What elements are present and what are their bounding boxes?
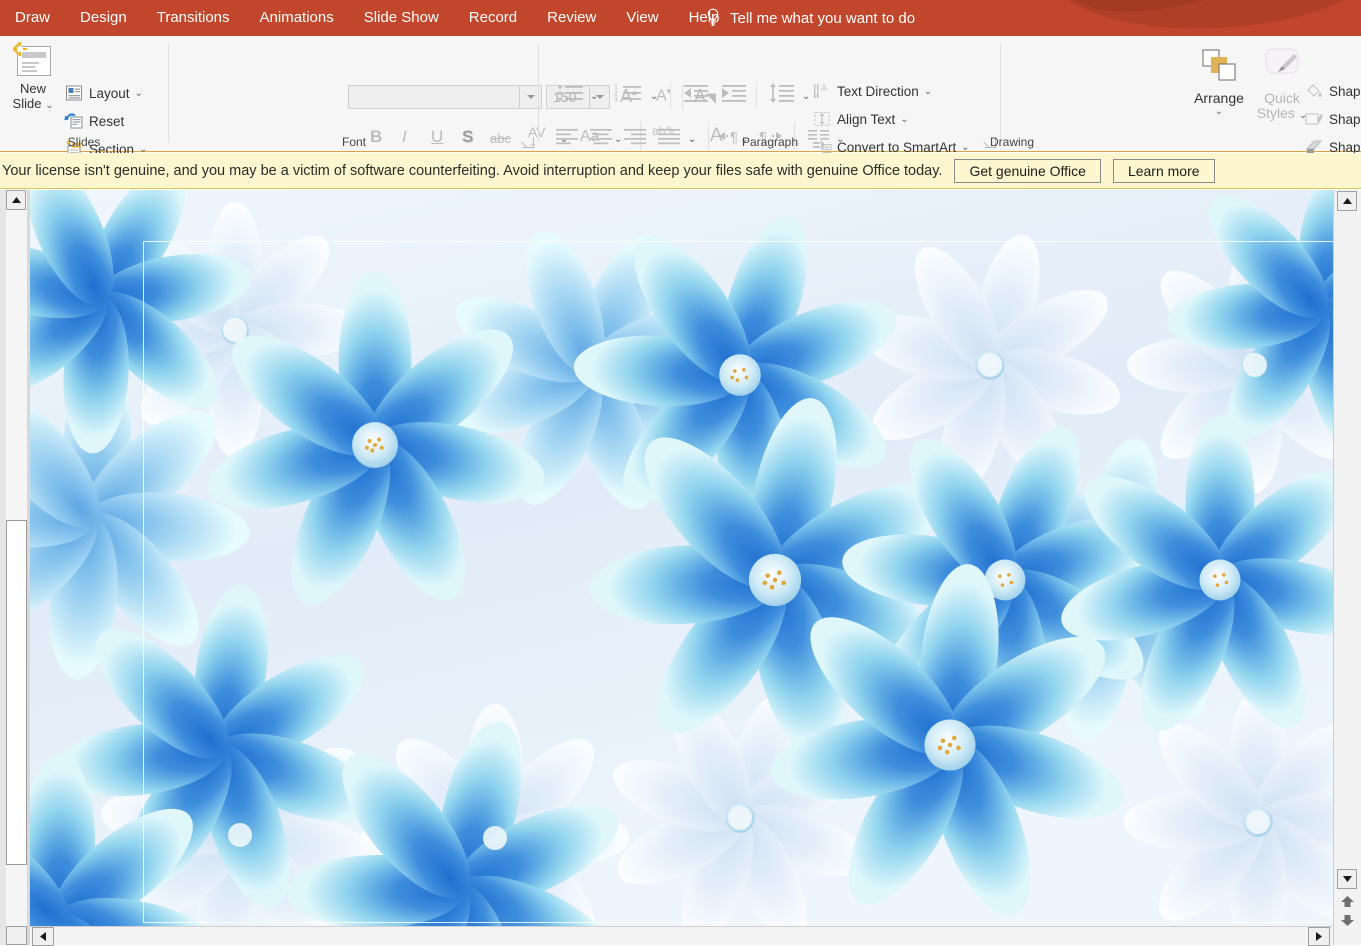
arrange-button[interactable]: Arrange ⌄ [1188,46,1250,117]
scroll-right-button[interactable] [1308,927,1330,946]
tab-record[interactable]: Record [454,0,532,36]
tab-view[interactable]: View [611,0,673,36]
group-label-slides: Slides [67,135,101,149]
next-slide-button[interactable] [1339,912,1356,933]
font-name-input[interactable] [348,85,520,109]
tab-draw[interactable]: Draw [0,0,65,36]
shape-outline-label: Shape [1329,111,1361,127]
chevron-down-icon[interactable]: ⌄ [900,114,908,125]
editing-workspace [0,190,1361,946]
new-slide-icon [11,42,55,80]
numbering-icon[interactable]: 123 [614,82,646,109]
reset-icon [64,112,84,131]
slide-horizontal-scrollbar[interactable] [30,926,1333,946]
ribbon-group-slides: New Slide ⌄ Layout ⌄ Reset Section ⌄ Sli… [0,36,168,157]
thumbnail-scrollbar-thumb[interactable] [6,520,27,865]
tell-me-search[interactable]: Tell me what you want to do [706,0,915,36]
thumbnail-scroll-up-button[interactable] [6,190,26,210]
align-text-icon [812,110,832,129]
quick-styles-icon [1260,48,1304,90]
svg-text:A: A [821,83,827,93]
slide-boundary [143,241,1333,923]
chevron-down-icon[interactable]: ⌄ [650,91,658,102]
scroll-left-button[interactable] [32,927,54,946]
ribbon-tab-strip: Draw Design Transitions Animations Slide… [0,0,734,36]
line-spacing-icon[interactable] [768,82,796,109]
text-direction-label: Text Direction [837,83,919,99]
group-label-drawing: Drawing [989,135,1034,149]
shape-fill-icon [1304,82,1324,101]
ribbon-divider [1000,44,1001,142]
slide-vertical-scrollbar[interactable] [1333,190,1361,945]
bullets-icon[interactable] [556,82,586,109]
license-notification-bar: Your license isn't genuine, and you may … [0,153,1361,189]
title-bar: Draw Design Transitions Animations Slide… [0,0,1361,36]
chevron-down-icon[interactable]: ⌄ [45,100,53,111]
tab-review[interactable]: Review [532,0,611,36]
chevron-down-icon[interactable]: ⌄ [135,88,143,99]
text-direction-button[interactable]: A Text Direction ⌄ [810,78,934,104]
pane-corner-box [6,926,27,945]
text-direction-icon: A [812,82,832,101]
increase-indent-icon[interactable] [720,82,748,109]
ribbon: New Slide ⌄ Layout ⌄ Reset Section ⌄ Sli… [0,36,1361,157]
ribbon-group-font: 150 A▴ A▾ A◥ B I U S abc AV↔ ⌄ Aa ⌄ ab✎ … [170,36,748,151]
layout-label: Layout [89,85,130,101]
chevron-down-icon[interactable]: ⌄ [1188,106,1250,117]
shape-outline-icon [1304,110,1324,129]
new-slide-button[interactable]: New Slide ⌄ [8,40,58,113]
chevron-down-icon[interactable]: ⌄ [590,91,598,102]
font-dialog-launcher[interactable] [523,137,534,148]
group-label-font: Font [341,135,366,149]
shape-fill-button[interactable]: Shape [1302,78,1361,104]
thumbnail-pane-scrollbar[interactable] [6,190,27,926]
ribbon-divider [168,44,169,142]
svg-text:3: 3 [614,97,618,104]
arrange-label: Arrange [1194,90,1244,106]
new-slide-label-line1: New [19,81,46,96]
lightbulb-icon [706,8,720,28]
ribbon-group-paragraph: ⌄ 123 ⌄ ⌄ ⌄ ¶ ¶ ⌄ A Text Direction ⌄ Ali… [540,36,1000,155]
chevron-down-icon[interactable]: ⌄ [924,86,932,97]
layout-button[interactable]: Layout ⌄ [62,80,145,106]
align-text-label: Align Text [837,111,896,127]
get-genuine-office-button[interactable]: Get genuine Office [954,158,1101,183]
layout-icon [64,84,84,103]
learn-more-button[interactable]: Learn more [1112,158,1215,183]
shape-fill-label: Shape [1329,83,1361,99]
shape-outline-button[interactable]: Shape [1302,106,1361,132]
scroll-up-button[interactable] [1337,191,1357,211]
ribbon-divider [538,44,539,142]
slide-editing-area[interactable] [30,190,1333,926]
tab-transitions[interactable]: Transitions [142,0,245,36]
tab-design[interactable]: Design [65,0,142,36]
tab-animations[interactable]: Animations [245,0,349,36]
ribbon-group-drawing: ▲ ▼ ▼ Arrange ⌄ Quick Styles ⌄ S [990,36,1361,155]
decrease-indent-icon[interactable] [682,82,710,109]
tell-me-label: Tell me what you want to do [730,9,916,27]
tab-slide-show[interactable]: Slide Show [349,0,454,36]
scroll-down-button[interactable] [1337,869,1357,889]
arrange-icon [1198,49,1240,90]
reset-button[interactable]: Reset [62,108,126,134]
license-message: Your license isn't genuine, and you may … [2,162,943,179]
reset-label: Reset [89,113,125,129]
align-text-button[interactable]: Align Text ⌄ [810,106,911,132]
new-slide-label-line2: Slide ⌄ [12,96,54,111]
